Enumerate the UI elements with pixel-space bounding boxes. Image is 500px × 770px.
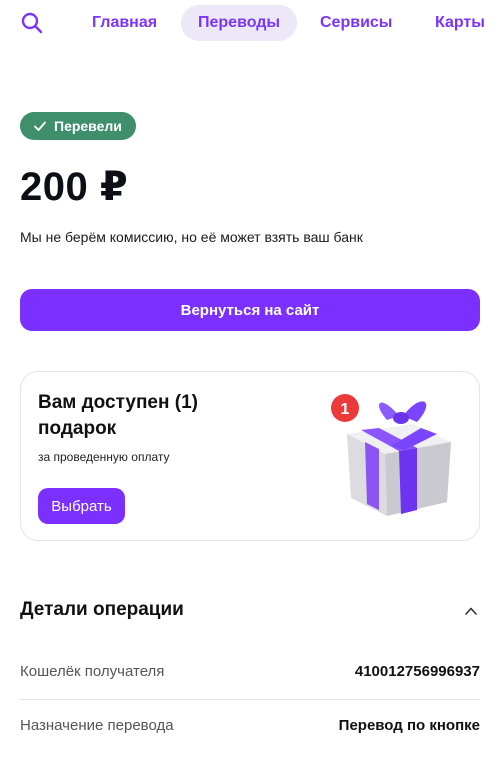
check-icon bbox=[34, 121, 46, 131]
gift-count-badge: 1 bbox=[331, 394, 359, 422]
detail-label: Кошелёк получателя bbox=[20, 663, 165, 680]
details-header[interactable]: Детали операции bbox=[20, 596, 480, 626]
transfer-amount: 200 ₽ bbox=[20, 165, 129, 209]
detail-row-transfer-purpose: Назначение перевода Перевод по кнопке bbox=[20, 700, 480, 754]
search-icon[interactable] bbox=[20, 11, 44, 35]
gift-title: Вам доступен (1) подарок bbox=[38, 392, 198, 439]
tab-transfers[interactable]: Переводы bbox=[181, 5, 298, 41]
gift-badge-count: 1 bbox=[341, 401, 350, 418]
detail-value: 410012756996937 bbox=[354, 663, 480, 680]
status-badge: Перевели bbox=[20, 112, 136, 140]
top-navigation: Главная Переводы Сервисы Карты bbox=[0, 0, 500, 46]
chevron-up-icon[interactable] bbox=[464, 604, 478, 618]
gift-box-icon: 1 bbox=[331, 394, 451, 516]
fee-note: Мы не берём комиссию, но её может взять … bbox=[20, 229, 363, 245]
status-label: Перевели bbox=[54, 118, 122, 134]
detail-label: Назначение перевода bbox=[20, 717, 174, 734]
gift-subtitle: за проведенную оплату bbox=[38, 450, 170, 464]
tab-services[interactable]: Сервисы bbox=[320, 5, 392, 41]
tab-main[interactable]: Главная bbox=[92, 5, 157, 41]
choose-gift-button[interactable]: Выбрать bbox=[38, 488, 125, 524]
return-to-site-button[interactable]: Вернуться на сайт bbox=[20, 289, 480, 331]
detail-row-recipient-wallet: Кошелёк получателя 410012756996937 bbox=[20, 646, 480, 700]
gift-card: Вам доступен (1) подарок за проведенную … bbox=[20, 371, 480, 541]
tab-cards[interactable]: Карты bbox=[435, 5, 485, 41]
details-title: Детали операции bbox=[20, 599, 184, 620]
detail-value: Перевод по кнопке bbox=[338, 717, 480, 734]
